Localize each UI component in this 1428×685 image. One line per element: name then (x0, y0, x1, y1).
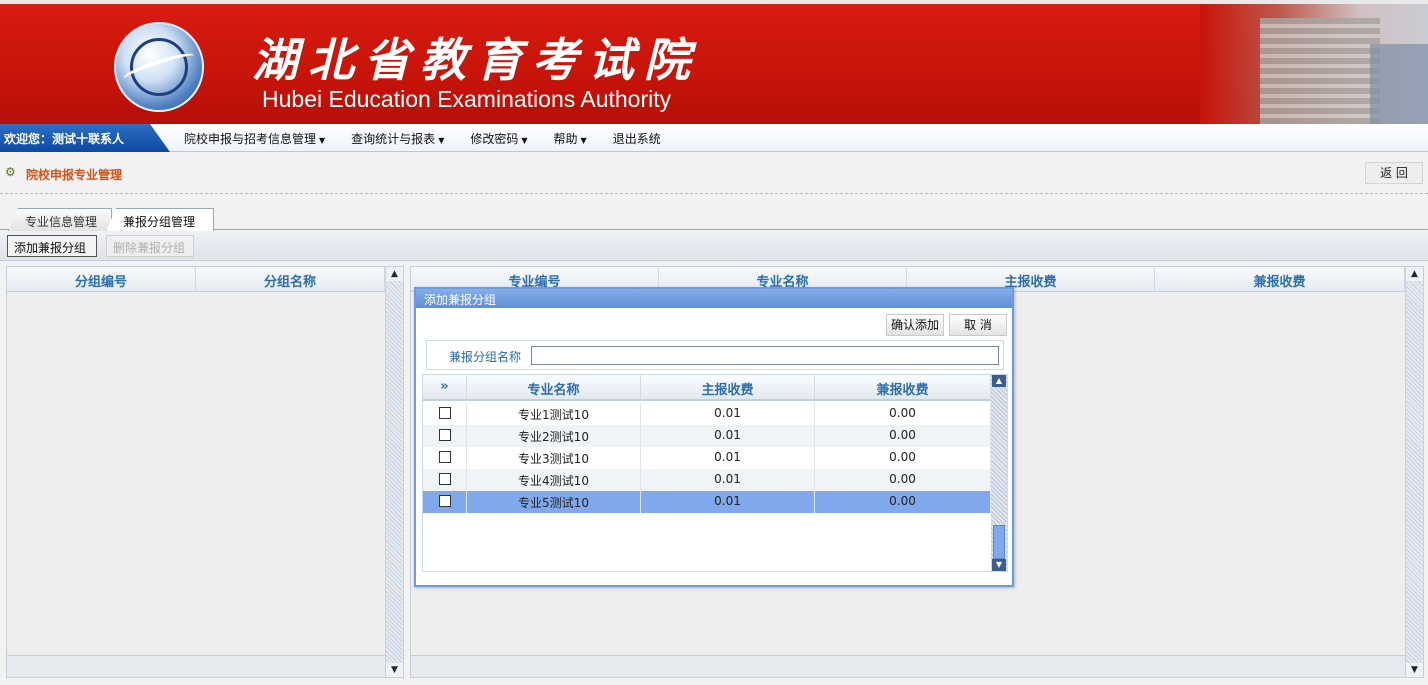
divider (0, 193, 1428, 194)
tab-major-info[interactable]: 专业信息管理 (8, 208, 112, 231)
page-title: 院校申报专业管理 (26, 168, 123, 182)
cell-main-fee: 0.01 (641, 403, 815, 425)
nav-item-label: 帮助 (553, 131, 578, 146)
group-grid: 分组编号 分组名称 ▲ ▼ (6, 266, 404, 678)
tab-bar: 专业信息管理 兼报分组管理 (0, 206, 1428, 232)
scroll-thumb[interactable] (993, 525, 1005, 559)
col-side-fee[interactable]: 兼报收费 (1155, 267, 1405, 291)
building-side (1370, 44, 1428, 124)
tab-group-manage[interactable]: 兼报分组管理 (106, 208, 214, 232)
dialog-major-grid: » 专业名称 主报收费 兼报收费 专业1测试10 0.01 0.00 专业2测试… (422, 374, 1008, 572)
select-all-icon[interactable]: » (423, 375, 467, 399)
cell-major-name: 专业4测试10 (467, 469, 641, 491)
row-checkbox-cell (423, 469, 467, 491)
cell-major-name: 专业5测试10 (467, 491, 641, 513)
col-group-id[interactable]: 分组编号 (7, 267, 196, 291)
main-nav: 欢迎您：测试十联系人 院校申报与招考信息管理 ▼ 查询统计与报表 ▼ 修改密码 ▼ 帮… (0, 124, 1428, 152)
building-image (1200, 4, 1428, 124)
dialog-grid-scrollbar[interactable]: ▲ ▼ (991, 375, 1007, 571)
cell-main-fee: 0.01 (641, 491, 815, 513)
major-grid-footer (411, 655, 1405, 677)
caret-down-icon: ▼ (438, 135, 445, 145)
delete-group-button[interactable]: 删除兼报分组 (106, 235, 194, 257)
page-header: ⚙ 院校申报专业管理 (0, 158, 1428, 188)
row-checkbox[interactable] (438, 407, 451, 419)
row-checkbox[interactable] (438, 473, 451, 485)
table-row[interactable]: 专业2测试10 0.01 0.00 (423, 425, 991, 447)
nav-item-school-declare[interactable]: 院校申报与招考信息管理 ▼ (184, 130, 325, 147)
add-group-dialog: 添加兼报分组 确认添加 取 消 兼报分组名称 » 专业名称 主报收费 兼报收费 … (414, 287, 1014, 587)
back-button[interactable]: 返 回 (1365, 162, 1423, 184)
cancel-button[interactable]: 取 消 (949, 314, 1007, 336)
cell-major-name: 专业2测试10 (467, 425, 641, 447)
cell-side-fee: 0.00 (815, 425, 991, 447)
group-name-field-row: 兼报分组名称 (426, 340, 1004, 370)
cell-main-fee: 0.01 (641, 447, 815, 469)
scroll-down-icon[interactable]: ▼ (992, 559, 1006, 571)
header-title-en: Hubei Education Examinations Authority (262, 86, 672, 112)
col-side-fee[interactable]: 兼报收费 (815, 375, 991, 399)
confirm-add-button[interactable]: 确认添加 (886, 314, 944, 336)
caret-down-icon: ▼ (521, 135, 528, 145)
cell-major-name: 专业1测试10 (467, 403, 641, 425)
row-checkbox-cell (423, 403, 467, 425)
cell-side-fee: 0.00 (815, 491, 991, 513)
group-grid-footer (7, 655, 385, 677)
authority-logo-icon (114, 22, 204, 112)
nav-item-change-password[interactable]: 修改密码 ▼ (470, 130, 527, 147)
row-checkbox[interactable] (438, 429, 451, 441)
group-name-input[interactable] (531, 346, 999, 365)
people-icon: ⚙ (5, 165, 16, 179)
group-grid-scrollbar[interactable]: ▲ ▼ (385, 267, 403, 677)
dialog-title[interactable]: 添加兼报分组 (416, 289, 1012, 308)
building-facade (1260, 18, 1380, 124)
cell-side-fee: 0.00 (815, 403, 991, 425)
scroll-up-icon[interactable]: ▲ (992, 375, 1006, 387)
major-grid-scrollbar[interactable]: ▲ ▼ (1405, 267, 1423, 677)
group-name-label: 兼报分组名称 (449, 350, 522, 364)
caret-down-icon: ▼ (319, 135, 326, 145)
nav-item-label: 退出系统 (612, 131, 661, 146)
row-checkbox[interactable] (438, 495, 451, 507)
add-group-button[interactable]: 添加兼报分组 (7, 235, 97, 257)
scroll-down-icon[interactable]: ▼ (1406, 663, 1423, 677)
cell-major-name: 专业3测试10 (467, 447, 641, 469)
caret-down-icon: ▼ (580, 135, 587, 145)
scroll-up-icon[interactable]: ▲ (1406, 267, 1423, 281)
toolbar: 添加兼报分组 删除兼报分组 (0, 231, 1428, 261)
row-checkbox-cell (423, 425, 467, 447)
nav-menu: 院校申报与招考信息管理 ▼ 查询统计与报表 ▼ 修改密码 ▼ 帮助 ▼ 退出系统 (184, 124, 687, 152)
nav-item-label: 院校申报与招考信息管理 (184, 131, 317, 146)
header-banner: 湖北省教育考试院 Hubei Education Examinations Au… (0, 0, 1428, 124)
table-row[interactable]: 专业4测试10 0.01 0.00 (423, 469, 991, 491)
scroll-up-icon[interactable]: ▲ (386, 267, 403, 281)
header-title-cn: 湖北省教育考试院 (252, 33, 700, 87)
nav-item-logout[interactable]: 退出系统 (613, 130, 661, 147)
col-group-name[interactable]: 分组名称 (196, 267, 385, 291)
row-checkbox-cell (423, 447, 467, 469)
group-grid-header: 分组编号 分组名称 (7, 267, 385, 292)
table-row[interactable]: 专业3测试10 0.01 0.00 (423, 447, 991, 469)
nav-item-query-stats[interactable]: 查询统计与报表 ▼ (351, 130, 444, 147)
row-checkbox[interactable] (438, 451, 451, 463)
nav-item-help[interactable]: 帮助 ▼ (554, 130, 587, 147)
cell-side-fee: 0.00 (815, 469, 991, 491)
scroll-down-icon[interactable]: ▼ (386, 663, 403, 677)
welcome-user: 欢迎您：测试十联系人 (0, 124, 170, 152)
col-main-fee[interactable]: 主报收费 (641, 375, 815, 399)
cell-main-fee: 0.01 (641, 425, 815, 447)
table-row-selected[interactable]: 专业5测试10 0.01 0.00 (423, 491, 991, 513)
col-major-name[interactable]: 专业名称 (467, 375, 641, 399)
cell-side-fee: 0.00 (815, 447, 991, 469)
nav-item-label: 修改密码 (470, 131, 519, 146)
table-row[interactable]: 专业1测试10 0.01 0.00 (423, 403, 991, 425)
dialog-grid-header: » 专业名称 主报收费 兼报收费 (423, 375, 991, 401)
cell-main-fee: 0.01 (641, 469, 815, 491)
nav-item-label: 查询统计与报表 (351, 131, 436, 146)
row-checkbox-cell (423, 491, 467, 513)
